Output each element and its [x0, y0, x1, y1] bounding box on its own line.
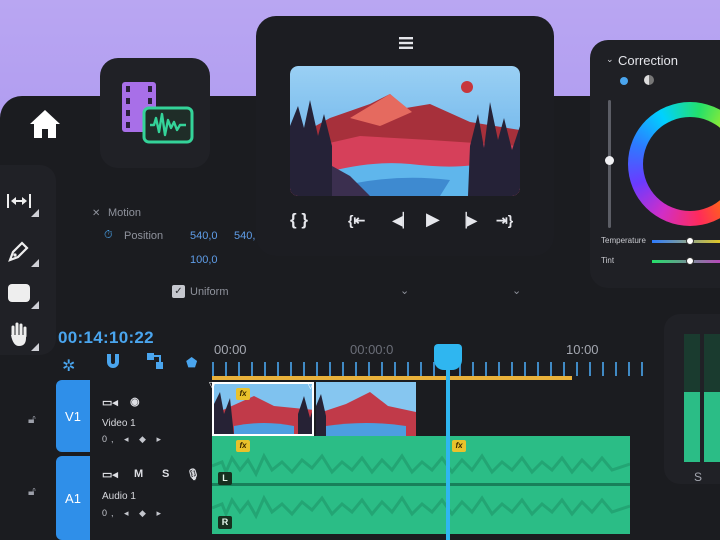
tool-corner-indicator	[31, 301, 39, 309]
work-area-bar[interactable]	[212, 376, 572, 380]
video-keyframe-controls[interactable]: 0, ◂ ◆ ▸	[102, 434, 165, 445]
bw-mode-icon[interactable]	[644, 75, 654, 85]
clip-handle-left[interactable]: ▽	[209, 380, 216, 391]
brightness-slider-thumb[interactable]	[605, 156, 614, 165]
clip-thumbnail-2	[316, 382, 416, 436]
scale-value[interactable]: 100,0	[190, 254, 218, 266]
audio-meter-panel: S	[664, 314, 720, 484]
camera-icon[interactable]: ▭◂	[102, 396, 118, 409]
clip-thumbnail	[214, 384, 312, 434]
audio-camera-icon[interactable]: ▭◂	[102, 468, 118, 481]
clip-handle-mid[interactable]: ▽	[307, 380, 314, 391]
home-icon	[30, 110, 60, 138]
step-forward-icon[interactable]: ▕▶	[456, 212, 478, 229]
linked-selection-icon[interactable]	[146, 352, 164, 370]
video-clip-1[interactable]	[212, 382, 314, 436]
video-clip-2[interactable]	[316, 382, 416, 436]
media-icon	[122, 82, 194, 144]
fx-badge-a1[interactable]: fx	[236, 440, 250, 452]
position-label: Position	[124, 230, 164, 242]
ruler-label-end: 10:00	[566, 342, 599, 357]
dropdown-chevron-icon[interactable]: ⌄	[400, 284, 409, 297]
motion-label: Motion	[108, 207, 142, 219]
timeline-panel: 00:14:10:22 ✲ ⬟ 00:00 00:00:0 10:00 🔓︎ V…	[0, 322, 664, 540]
tint-label: Tint	[601, 256, 615, 265]
lock-icon-v1[interactable]: 🔓︎	[28, 412, 36, 427]
uniform-checkbox[interactable]: ✓	[172, 285, 185, 298]
ruler-label-mid: 00:00:0	[350, 342, 394, 357]
temperature-slider-thumb[interactable]	[686, 237, 694, 245]
snap-icon[interactable]: ✲	[62, 356, 75, 376]
media-browser-tile[interactable]	[100, 58, 210, 168]
color-correction-panel: ⌄ Correction Temperature Tint	[590, 40, 720, 288]
collapse-icon[interactable]: ✕	[92, 208, 100, 219]
magnet-icon[interactable]	[104, 352, 122, 370]
position-x-value[interactable]: 540,0	[190, 230, 218, 242]
rectangle-icon	[8, 284, 30, 302]
pen-icon	[8, 241, 29, 262]
meter-level-left	[684, 392, 700, 462]
dropdown-chevron-icon-2[interactable]: ⌄	[512, 284, 521, 297]
fx-badge-v1[interactable]: fx	[236, 388, 250, 400]
ripple-edit-tool[interactable]	[5, 187, 39, 217]
track-target-v1[interactable]: V1	[56, 380, 90, 452]
audio-keyframe-controls[interactable]: 0, ◂ ◆ ▸	[102, 508, 165, 519]
color-mode-dot[interactable]	[620, 77, 628, 85]
color-wheel[interactable]	[628, 102, 720, 226]
preview-frame	[290, 66, 520, 196]
ripple-edit-icon	[7, 194, 31, 208]
meter-level-right	[704, 392, 720, 462]
home-button[interactable]	[14, 96, 76, 150]
solo-label: S	[694, 470, 703, 484]
audio-clip[interactable]	[211, 436, 631, 534]
microphone-icon[interactable]: 🎙︎	[186, 468, 200, 481]
hamburger-icon[interactable]	[398, 36, 414, 50]
collapse-chevron-icon[interactable]: ⌄	[606, 54, 614, 65]
stopwatch-icon[interactable]: ⏱	[104, 229, 113, 242]
tool-corner-indicator	[31, 259, 39, 267]
audio-waveform	[211, 452, 631, 520]
go-to-in-icon[interactable]: {⇤	[348, 212, 365, 229]
playhead-handle[interactable]	[434, 344, 462, 370]
uniform-label: Uniform	[190, 286, 229, 298]
solo-button[interactable]: S	[162, 468, 169, 480]
left-channel-label: L	[218, 472, 232, 485]
right-channel-label: R	[218, 516, 232, 529]
mute-button[interactable]: M	[134, 468, 143, 480]
timecode-display[interactable]: 00:14:10:22	[58, 328, 154, 348]
fx-badge-a1-2[interactable]: fx	[452, 440, 466, 452]
playhead-line[interactable]	[446, 358, 450, 540]
eye-icon[interactable]: ◉	[130, 395, 140, 408]
play-icon[interactable]: ▶	[426, 209, 440, 230]
tool-corner-indicator	[31, 209, 39, 217]
ruler-label-start: 00:00	[214, 342, 247, 357]
track-target-a1[interactable]: A1	[56, 456, 90, 540]
position-y-value[interactable]: 540,	[234, 230, 255, 242]
program-monitor: { } {⇤ ◀▏ ▶ ▕▶ ⇥}	[256, 16, 554, 256]
audio-track-name: Audio 1	[102, 491, 136, 502]
marker-icon[interactable]: ⬟	[186, 355, 197, 371]
lock-icon-a1[interactable]: 🔓︎	[28, 484, 36, 499]
tint-slider-thumb[interactable]	[686, 257, 694, 265]
ruler-ticks[interactable]	[212, 362, 652, 376]
pen-tool[interactable]	[5, 237, 39, 267]
temperature-label: Temperature	[601, 236, 646, 245]
step-back-icon[interactable]: ◀▏	[392, 212, 414, 229]
video-track-name: Video 1	[102, 418, 136, 429]
rectangle-tool[interactable]	[5, 279, 39, 309]
go-to-out-icon[interactable]: ⇥}	[496, 212, 513, 229]
correction-title: Correction	[618, 53, 678, 68]
mark-in-out-icon[interactable]: { }	[290, 210, 308, 230]
